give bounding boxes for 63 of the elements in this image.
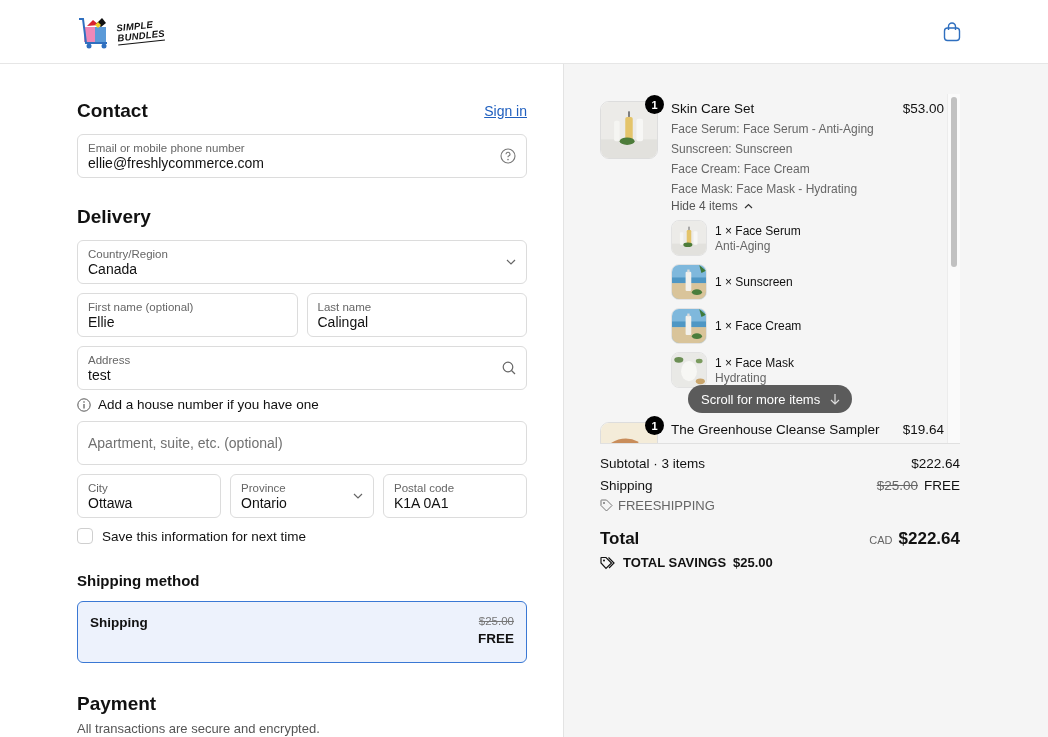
- tags-icon: [600, 555, 616, 570]
- info-icon: [77, 397, 91, 412]
- discount-code: FREESHIPPING: [618, 498, 715, 513]
- savings-label: TOTAL SAVINGS: [623, 555, 727, 570]
- input-field[interactable]: First name (optional) Ellie: [77, 293, 298, 337]
- scrollbar[interactable]: [947, 94, 960, 443]
- search-icon: [502, 361, 516, 375]
- select-field[interactable]: Province Ontario: [230, 474, 374, 518]
- sign-in-link[interactable]: Sign in: [484, 103, 527, 119]
- brand-logo-text: SIMPLE BUNDLES: [116, 18, 166, 45]
- savings-amount: $25.00: [733, 555, 773, 570]
- subtotal-label: Subtotal · 3 items: [600, 456, 706, 471]
- component-title: 1 × Face Mask: [715, 355, 795, 370]
- product-property: Face Cream: Face Cream: [671, 162, 811, 176]
- section-heading: Payment: [77, 693, 158, 715]
- tag-icon: [600, 499, 613, 512]
- checkbox-label: Save this information for next time: [102, 528, 307, 544]
- hide-items-toggle[interactable]: Hide 4 items: [671, 199, 753, 213]
- select-field[interactable]: Country/Region Canada: [77, 240, 527, 284]
- section-heading: Delivery: [77, 206, 152, 228]
- chevron-down-icon: [506, 259, 516, 265]
- product-price: $19.64: [902, 422, 944, 437]
- component-title: 1 × Sunscreen: [715, 275, 793, 289]
- total-amount: $222.64: [898, 529, 960, 548]
- shipping-amount: FREE: [924, 478, 960, 493]
- component-title: 1 × Face Cream: [715, 319, 802, 333]
- shipping-price: FREE: [478, 631, 514, 646]
- chevron-up-icon: [743, 203, 753, 209]
- quantity-badge: 1: [645, 416, 664, 435]
- help-icon[interactable]: [500, 148, 516, 164]
- payment-subtitle: All transactions are secure and encrypted.: [77, 721, 321, 736]
- product-property: Face Mask: Face Mask - Hydrating: [671, 182, 859, 196]
- input-field[interactable]: Apartment, suite, etc. (optional): [77, 421, 527, 465]
- product-property: Face Serum: Face Serum - Anti-Aging: [671, 122, 875, 136]
- component-variant: Anti-Aging: [715, 238, 772, 253]
- product-title: The Greenhouse Cleanse Sampler: [671, 422, 880, 437]
- checkbox[interactable]: [77, 528, 93, 544]
- component-title: 1 × Face Serum: [715, 223, 801, 238]
- shipping-option[interactable]: Shipping $25.00 FREE: [77, 601, 527, 663]
- shipping-name: Shipping: [90, 615, 148, 632]
- input-field[interactable]: Postal code K1A 0A1: [383, 474, 527, 518]
- section-heading: Shipping method: [77, 572, 201, 589]
- original-price: $25.00: [876, 478, 918, 493]
- input-field[interactable]: Last name Calingal: [306, 293, 527, 337]
- component-variant: Hydrating: [715, 370, 768, 385]
- product-property: Sunscreen: Sunscreen: [671, 142, 794, 156]
- shopping-bag-icon[interactable]: [943, 21, 961, 42]
- total-label: Total: [600, 529, 640, 549]
- section-heading: Contact: [77, 100, 148, 122]
- shipping-label: Shipping: [600, 478, 653, 493]
- scroll-hint-button[interactable]: Scroll for more items: [688, 385, 853, 413]
- hint-text: Add a house number if you have one: [98, 397, 319, 412]
- arrow-down-icon: [830, 393, 841, 405]
- input-field[interactable]: City Ottawa: [77, 474, 221, 518]
- product-price: $53.00: [902, 101, 944, 116]
- original-price: $25.00: [478, 615, 514, 627]
- subtotal-amount: $222.64: [911, 456, 960, 471]
- address-field[interactable]: Address test: [77, 346, 527, 390]
- input-field[interactable]: Email or mobile phone number ellie@freshlycommerce.com: [77, 134, 527, 178]
- product-title: Skin Care Set: [671, 101, 755, 116]
- currency-code: CAD: [869, 534, 893, 546]
- chevron-down-icon: [353, 493, 363, 499]
- quantity-badge: 1: [645, 95, 664, 114]
